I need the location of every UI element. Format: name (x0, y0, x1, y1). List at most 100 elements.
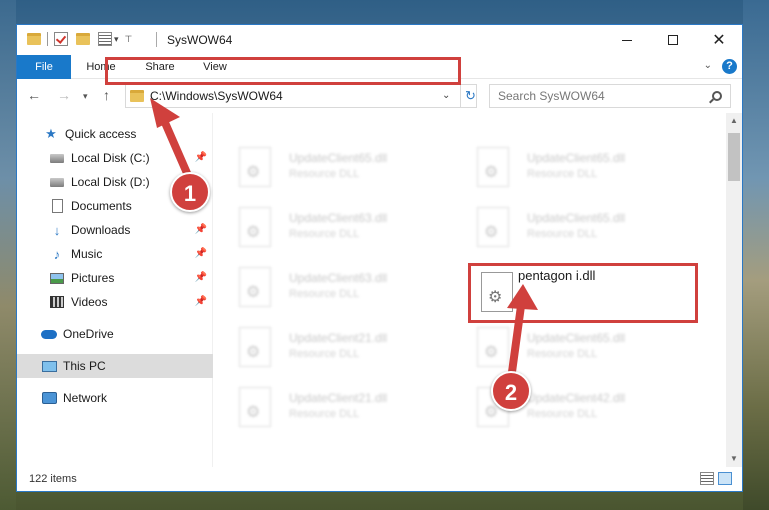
file-list: UpdateClient65.dll Resource DLL UpdateCl… (213, 113, 728, 467)
forward-arrow-icon[interactable]: → (57, 87, 71, 103)
dll-file-icon (477, 147, 509, 187)
list-item[interactable]: UpdateClient42.dll Resource DLL (451, 381, 681, 429)
file-name: UpdateClient63.dll (289, 271, 388, 285)
list-item[interactable]: UpdateClient63.dll Resource DLL (213, 261, 443, 309)
pin-icon: 📌 (194, 296, 207, 307)
close-button[interactable]: ✕ (696, 25, 742, 55)
step-badge-2: 2 (491, 371, 531, 411)
disk-icon (49, 175, 65, 189)
file-type: Resource DLL (527, 228, 598, 240)
list-item[interactable]: UpdateClient21.dll Resource DLL (213, 381, 443, 429)
sidebar-item-this-pc[interactable]: This PC (17, 354, 213, 378)
document-icon (49, 199, 65, 213)
file-type: Resource DLL (289, 288, 360, 300)
address-bar[interactable]: C:\Windows\SysWOW64 ⌄ ↻ (125, 84, 477, 108)
file-explorer-window: ▾ ⊤ SysWOW64 ✕ File Home Share View ⌄ ? … (16, 24, 743, 492)
status-bar: 122 items (17, 467, 742, 491)
network-icon (41, 391, 57, 405)
list-item[interactable]: UpdateClient21.dll Resource DLL (213, 321, 443, 369)
tab-file[interactable]: File (17, 55, 71, 79)
help-icon[interactable]: ? (722, 59, 737, 74)
sidebar-item-label: Videos (71, 295, 108, 309)
sidebar-item-label: Pictures (71, 271, 115, 285)
desktop-background-right (743, 0, 769, 510)
sidebar-item-label: OneDrive (63, 327, 114, 341)
sidebar-item-local-disk-c[interactable]: Local Disk (C:) 📌 (17, 146, 213, 170)
sidebar-item-network[interactable]: Network (17, 386, 213, 410)
highlighted-file-pentagon-i-dll[interactable]: pentagon i.dll (468, 263, 698, 323)
sidebar-item-label: Local Disk (D:) (71, 175, 150, 189)
search-box[interactable]: Search SysWOW64 (489, 84, 731, 108)
title-divider (156, 32, 157, 47)
file-name: UpdateClient63.dll (289, 211, 388, 225)
folder-icon (130, 90, 144, 102)
search-input[interactable]: Search SysWOW64 (498, 89, 605, 103)
pin-icon: 📌 (194, 248, 207, 259)
refresh-icon[interactable]: ↻ (460, 85, 480, 107)
file-name: UpdateClient42.dll (527, 391, 626, 405)
sidebar-item-label: Music (71, 247, 103, 261)
recent-locations-icon[interactable]: ▾ (83, 91, 88, 102)
pin-icon: 📌 (194, 152, 207, 163)
search-icon[interactable] (712, 91, 722, 101)
file-name: pentagon i.dll (518, 268, 596, 283)
dll-file-icon (239, 387, 271, 427)
expand-ribbon-icon[interactable]: ⌄ (704, 60, 712, 71)
customize-toolbar-icon[interactable]: ⊤ (125, 34, 133, 45)
file-name: UpdateClient65.dll (289, 151, 388, 165)
address-bar-highlight (105, 57, 461, 85)
dll-file-icon (477, 207, 509, 247)
sidebar-item-label: Network (63, 391, 108, 405)
properties-check-icon[interactable] (54, 32, 68, 46)
sidebar-item-onedrive[interactable]: OneDrive (17, 322, 213, 346)
back-arrow-icon[interactable]: ← (27, 87, 41, 103)
list-item[interactable]: UpdateClient65.dll Resource DLL (451, 321, 681, 369)
sidebar-item-music[interactable]: ♪ Music 📌 (17, 242, 213, 266)
minimize-button[interactable] (604, 25, 650, 55)
file-type: Resource DLL (527, 408, 598, 420)
window-title: SysWOW64 (167, 33, 233, 47)
folder-icon[interactable] (27, 33, 41, 45)
scroll-down-icon[interactable]: ▼ (726, 451, 742, 467)
sidebar-item-label: Documents (71, 199, 132, 213)
dll-file-icon (239, 327, 271, 367)
scroll-up-icon[interactable]: ▲ (726, 113, 742, 129)
dll-file-icon (239, 267, 271, 307)
step-badge-1: 1 (170, 172, 210, 212)
maximize-icon (668, 35, 678, 45)
list-item[interactable]: UpdateClient65.dll Resource DLL (451, 141, 681, 189)
list-item[interactable]: UpdateClient65.dll Resource DLL (451, 201, 681, 249)
list-item[interactable]: UpdateClient63.dll Resource DLL (213, 201, 443, 249)
maximize-button[interactable] (650, 25, 696, 55)
item-count: 122 items (29, 473, 77, 485)
tiles-view-icon[interactable] (718, 472, 732, 485)
dll-file-icon (477, 327, 509, 367)
details-view-icon[interactable] (700, 472, 714, 485)
sidebar-item-downloads[interactable]: ↓ Downloads 📌 (17, 218, 213, 242)
sidebar-item-videos[interactable]: Videos 📌 (17, 290, 213, 314)
close-icon: ✕ (712, 32, 726, 49)
star-icon: ★ (45, 126, 57, 141)
up-arrow-icon[interactable]: ↑ (103, 87, 110, 103)
sidebar-item-pictures[interactable]: Pictures 📌 (17, 266, 213, 290)
file-name: UpdateClient65.dll (527, 211, 626, 225)
file-type: Resource DLL (289, 408, 360, 420)
dll-file-icon (481, 272, 513, 312)
toolbar-divider (47, 32, 48, 46)
scroll-thumb[interactable] (728, 133, 740, 181)
chevron-down-icon[interactable]: ▾ (114, 34, 119, 45)
file-name: UpdateClient65.dll (527, 151, 626, 165)
properties-icon[interactable] (98, 32, 112, 46)
address-path[interactable]: C:\Windows\SysWOW64 (150, 89, 283, 103)
file-type: Resource DLL (289, 228, 360, 240)
dll-file-icon (239, 147, 271, 187)
sidebar-item-label: Downloads (71, 223, 131, 237)
list-item[interactable]: UpdateClient65.dll Resource DLL (213, 141, 443, 189)
computer-icon (41, 359, 57, 373)
new-folder-icon[interactable] (76, 33, 90, 45)
address-dropdown-icon[interactable]: ⌄ (442, 90, 450, 101)
sidebar-item-label: Local Disk (C:) (71, 151, 150, 165)
view-switcher (700, 472, 732, 485)
vertical-scrollbar[interactable]: ▲ ▼ (726, 113, 742, 467)
sidebar-item-quick-access[interactable]: ★ Quick access (17, 122, 213, 146)
